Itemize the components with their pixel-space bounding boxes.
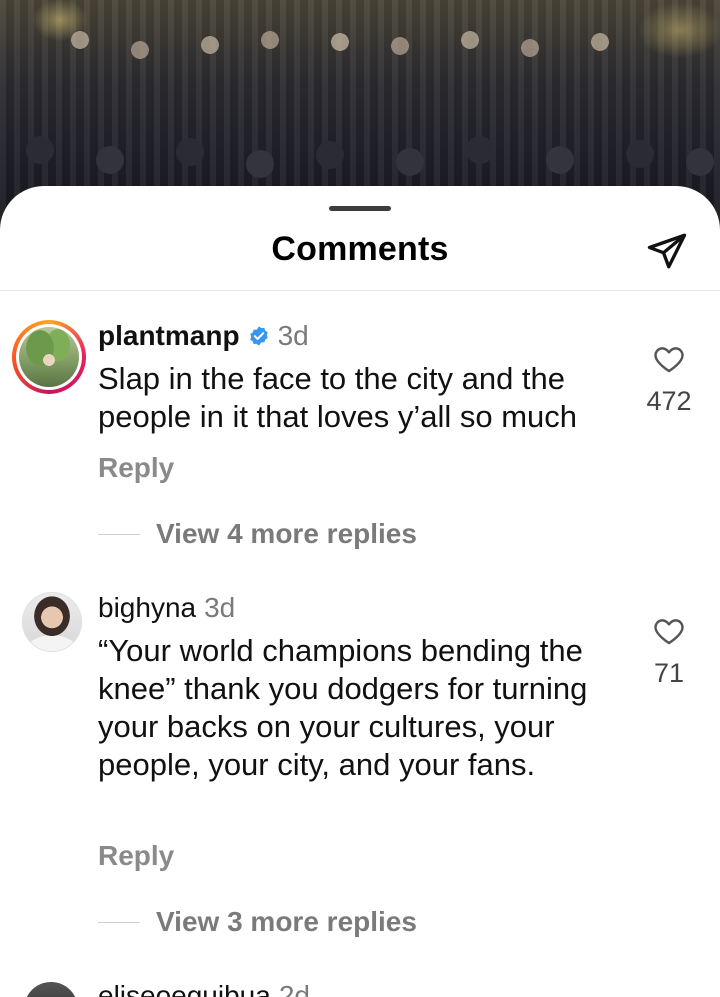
comment-timestamp: 3d: [277, 320, 309, 351]
like-count: 472: [646, 386, 692, 416]
comment-timestamp: 2d: [278, 980, 310, 997]
reply-button[interactable]: Reply: [98, 452, 174, 484]
sheet-header: Comments: [0, 214, 720, 291]
replies-divider-line: [98, 533, 140, 535]
comment-timestamp: 3d: [204, 592, 236, 623]
comment-username[interactable]: plantmanp: [98, 320, 240, 352]
view-replies-label: View 4 more replies: [156, 518, 417, 549]
sheet-title: Comments: [271, 230, 449, 268]
view-more-replies-button[interactable]: View 3 more replies: [98, 906, 417, 938]
comment-text: Slap in the face to the city and the peo…: [98, 361, 578, 434]
comments-sheet: Comments plantmanp 3d Slap in the face t…: [0, 186, 720, 997]
comment-header: eliseoeguibua 2d: [98, 980, 310, 997]
comment-username[interactable]: bighyna: [98, 592, 196, 624]
heart-outline-icon[interactable]: [652, 342, 686, 376]
like-column: 472: [634, 342, 704, 417]
heart-outline-icon[interactable]: [652, 614, 686, 648]
like-column: 71: [634, 614, 704, 689]
comment-username[interactable]: eliseoeguibua: [98, 980, 271, 997]
comment-text: “Your world champions bending the knee” …: [98, 633, 588, 782]
view-replies-label: View 3 more replies: [156, 906, 417, 937]
like-count: 71: [653, 658, 685, 688]
comment-header: bighyna 3d: [98, 592, 235, 624]
reply-button[interactable]: Reply: [98, 840, 174, 872]
avatar[interactable]: [22, 592, 82, 652]
avatar[interactable]: [12, 320, 86, 394]
avatar-image: [19, 327, 79, 387]
paper-plane-icon[interactable]: [646, 230, 688, 272]
view-more-replies-button[interactable]: View 4 more replies: [98, 518, 417, 550]
replies-divider-line: [98, 921, 140, 923]
sheet-drag-handle[interactable]: [329, 206, 391, 211]
verified-badge-icon: [249, 326, 268, 346]
avatar[interactable]: [24, 982, 78, 997]
comment-header: plantmanp 3d: [98, 320, 309, 352]
